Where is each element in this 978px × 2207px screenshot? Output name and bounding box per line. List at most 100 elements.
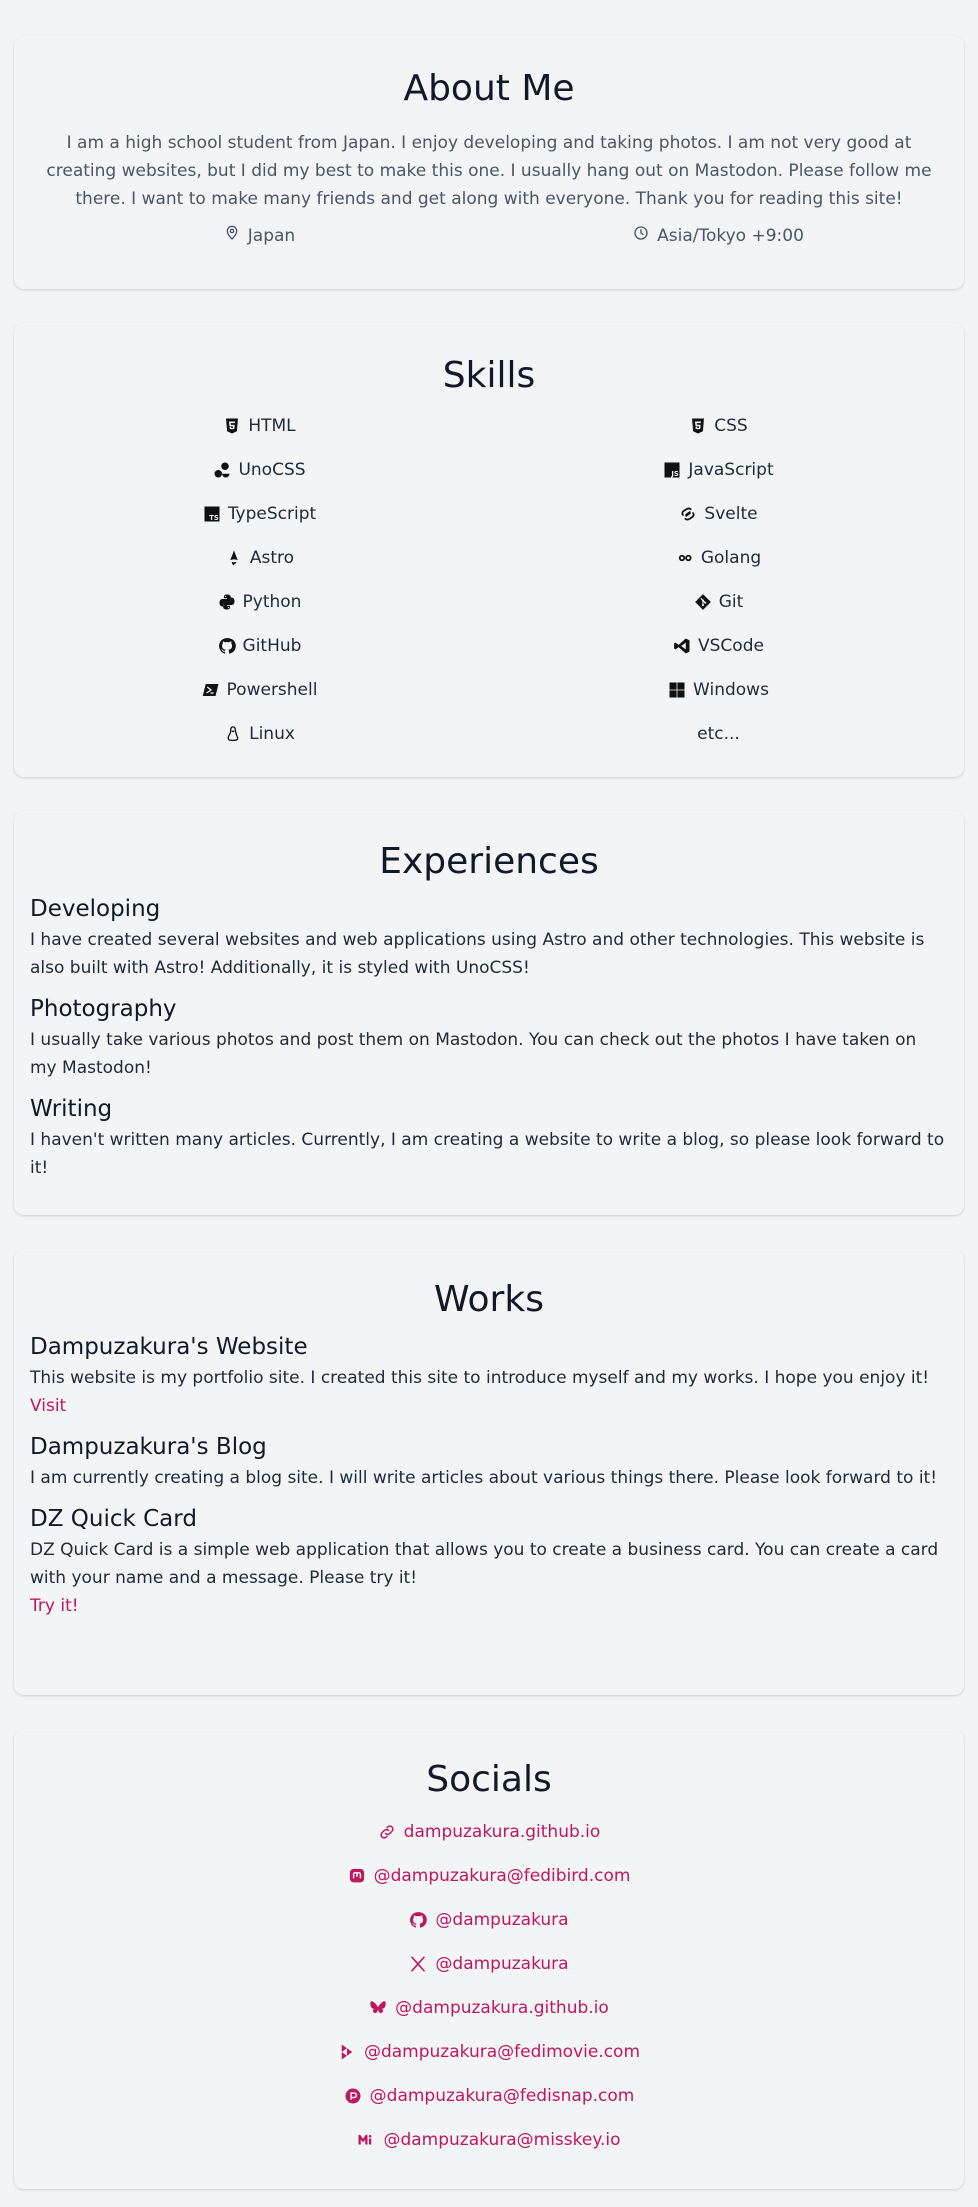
skill-golang: Golang xyxy=(489,536,948,580)
golang-icon xyxy=(676,549,694,567)
about-title: About Me xyxy=(403,68,575,109)
skill-javascript: JS JavaScript xyxy=(489,448,948,492)
social-label: @dampuzakura.github.io xyxy=(395,1998,609,2018)
try-it-link[interactable]: Try it! xyxy=(30,1592,948,1620)
bluesky-icon xyxy=(369,1999,387,2017)
powershell-icon xyxy=(202,681,220,699)
skills-card: Skills HTML CSS UnoCSS JS JavaScript TS … xyxy=(14,323,964,777)
skill-label: GitHub xyxy=(242,636,302,656)
skill-label: Svelte xyxy=(704,504,758,524)
work-item: DZ Quick Card DZ Quick Card is a simple … xyxy=(30,1504,948,1620)
unocss-icon xyxy=(213,461,231,479)
location: Japan xyxy=(30,225,489,246)
social-label: @dampuzakura xyxy=(435,1910,569,1930)
skill-label: Git xyxy=(718,592,744,612)
html5-icon xyxy=(223,417,241,435)
page: About Me I am a high school student from… xyxy=(0,0,978,2189)
python-icon xyxy=(218,593,236,611)
social-label: @dampuzakura@fedimovie.com xyxy=(363,2042,641,2062)
svg-text:TS: TS xyxy=(209,514,219,522)
works-title: Works xyxy=(434,1279,544,1320)
visit-link[interactable]: Visit xyxy=(30,1392,948,1420)
work-text: I am currently creating a blog site. I w… xyxy=(30,1468,938,1488)
experience-item: Photography I usually take various photo… xyxy=(30,994,948,1082)
github-icon xyxy=(218,637,236,655)
skill-label: Astro xyxy=(249,548,295,568)
social-link-x[interactable]: @dampuzakura xyxy=(30,1942,948,1986)
experience-text: I haven't written many articles. Current… xyxy=(30,1130,945,1178)
skill-label: etc... xyxy=(697,724,740,744)
social-label: dampuzakura.github.io xyxy=(403,1822,601,1842)
skill-label: VSCode xyxy=(698,636,764,656)
pixelfed-icon xyxy=(344,2087,362,2105)
work-title: DZ Quick Card xyxy=(30,1506,197,1532)
work-text: This website is my portfolio site. I cre… xyxy=(30,1368,930,1388)
skill-typescript: TS TypeScript xyxy=(30,492,489,536)
windows-icon xyxy=(668,681,686,699)
css3-icon xyxy=(689,417,707,435)
astro-icon xyxy=(225,549,243,567)
socials-title: Socials xyxy=(426,1759,552,1800)
socials-list: dampuzakura.github.io @dampuzakura@fedib… xyxy=(30,1810,948,2162)
typescript-icon: TS xyxy=(203,505,221,523)
skill-label: HTML xyxy=(248,416,296,436)
skill-powershell: Powershell xyxy=(30,668,489,712)
social-link-misskey[interactable]: @dampuzakura@misskey.io xyxy=(30,2118,948,2162)
experiences-title: Experiences xyxy=(379,841,599,882)
about-bio: I am a high school student from Japan. I… xyxy=(46,133,932,209)
experience-title: Photography xyxy=(30,996,177,1022)
social-link-mastodon[interactable]: @dampuzakura@fedibird.com xyxy=(30,1854,948,1898)
social-link-peertube[interactable]: @dampuzakura@fedimovie.com xyxy=(30,2030,948,2074)
x-icon xyxy=(409,1955,427,1973)
linux-icon xyxy=(224,725,242,743)
github-icon xyxy=(409,1911,428,1929)
skill-label: Linux xyxy=(249,724,295,744)
skill-vscode: VSCode xyxy=(489,624,948,668)
work-item: Dampuzakura's Blog I am currently creati… xyxy=(30,1432,948,1492)
experience-item: Writing I haven't written many articles.… xyxy=(30,1094,948,1182)
timezone-text: Asia/Tokyo +9:00 xyxy=(657,225,804,246)
skill-git: Git xyxy=(489,580,948,624)
work-text: DZ Quick Card is a simple web applicatio… xyxy=(30,1540,939,1588)
peertube-icon xyxy=(338,2043,356,2061)
skill-label: UnoCSS xyxy=(238,460,306,480)
social-link-bluesky[interactable]: @dampuzakura.github.io xyxy=(30,1986,948,2030)
vscode-icon xyxy=(673,637,691,655)
skill-svelte: Svelte xyxy=(489,492,948,536)
skill-etc: etc... xyxy=(489,712,948,756)
work-title: Dampuzakura's Blog xyxy=(30,1434,267,1460)
skill-html: HTML xyxy=(30,404,489,448)
skills-grid: HTML CSS UnoCSS JS JavaScript TS TypeScr… xyxy=(30,404,948,756)
social-link-pixelfed[interactable]: @dampuzakura@fedisnap.com xyxy=(30,2074,948,2118)
svg-text:JS: JS xyxy=(671,470,680,478)
skill-label: Powershell xyxy=(226,680,318,700)
about-meta: Japan Asia/Tokyo +9:00 xyxy=(30,225,948,246)
skill-label: Python xyxy=(242,592,302,612)
social-label: @dampuzakura@fedibird.com xyxy=(373,1866,631,1886)
mastodon-icon xyxy=(348,1867,366,1885)
about-card: About Me I am a high school student from… xyxy=(14,36,964,289)
skill-windows: Windows xyxy=(489,668,948,712)
experience-title: Writing xyxy=(30,1096,113,1122)
skill-python: Python xyxy=(30,580,489,624)
skill-label: JavaScript xyxy=(688,460,774,480)
experience-text: I usually take various photos and post t… xyxy=(30,1030,917,1078)
socials-card: Socials dampuzakura.github.io @dampuzaku… xyxy=(14,1729,964,2189)
skills-title: Skills xyxy=(442,355,536,396)
skill-label: TypeScript xyxy=(227,504,317,524)
social-link-github[interactable]: @dampuzakura xyxy=(30,1898,948,1942)
experience-item: Developing I have created several websit… xyxy=(30,894,948,982)
social-label: @dampuzakura@fedisnap.com xyxy=(369,2086,635,2106)
social-label: @dampuzakura xyxy=(435,1954,569,1974)
work-item: Dampuzakura's Website This website is my… xyxy=(30,1332,948,1420)
social-link-website[interactable]: dampuzakura.github.io xyxy=(30,1810,948,1854)
link-icon xyxy=(378,1823,396,1841)
skill-astro: Astro xyxy=(30,536,489,580)
skill-label: Golang xyxy=(700,548,762,568)
svelte-icon xyxy=(679,505,697,523)
experience-title: Developing xyxy=(30,896,161,922)
javascript-icon: JS xyxy=(663,461,681,479)
skill-unocss: UnoCSS xyxy=(30,448,489,492)
skill-linux: Linux xyxy=(30,712,489,756)
skill-label: CSS xyxy=(714,416,748,436)
